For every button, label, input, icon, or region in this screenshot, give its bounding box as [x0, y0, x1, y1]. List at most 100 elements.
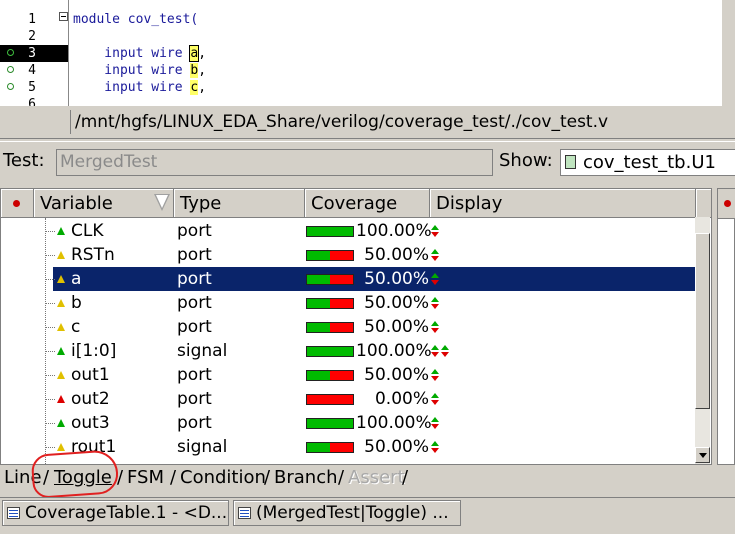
code-line: input wire a, — [73, 45, 207, 62]
tab-fsm[interactable]: FSM — [127, 466, 164, 490]
variable-name: out1 — [71, 365, 110, 385]
toggle-direction-icon — [431, 393, 439, 405]
scroll-down-button[interactable] — [695, 447, 710, 463]
coverage-bar-fill — [307, 227, 353, 236]
toggle-direction-icon — [441, 345, 449, 357]
coverage-percent: 50.00% — [364, 317, 429, 337]
taskbar-button-coverage-table[interactable]: CoverageTable.1 - <D... — [2, 500, 229, 526]
toggle-direction-icon — [431, 369, 439, 381]
coverage-status-icon — [57, 419, 65, 427]
coverage-marker-icon — [7, 83, 14, 90]
column-header-variable[interactable]: Variable — [34, 189, 174, 218]
table-row[interactable]: out1 port 50.00% — [1, 363, 696, 387]
tab-branch[interactable]: Branch — [274, 466, 338, 490]
table-row[interactable]: c port 50.00% — [1, 315, 696, 339]
show-scope-field[interactable]: cov_test_tb.U1 — [560, 149, 735, 176]
variable-type: port — [177, 293, 212, 313]
tree-branch-line — [45, 375, 55, 376]
coverage-bar-fill — [307, 347, 353, 356]
coverage-table[interactable]: Variable Type Coverage Display CLK port 10… — [0, 188, 712, 465]
toggle-direction-icon — [431, 441, 439, 453]
column-header-coverage[interactable]: Coverage — [305, 189, 430, 218]
variable-type: port — [177, 413, 212, 433]
pane-splitter[interactable] — [0, 138, 735, 142]
column-header-type[interactable]: Type — [174, 189, 305, 218]
editor-scrollbar[interactable] — [722, 0, 735, 106]
table-row[interactable]: b port 50.00% — [1, 291, 696, 315]
coverage-percent: 100.00% — [356, 341, 432, 361]
coverage-status-icon — [57, 275, 65, 283]
coverage-status-icon — [57, 227, 65, 235]
table-row[interactable]: CLK port 100.00% — [1, 219, 696, 243]
file-path: /mnt/hgfs/LINUX_EDA_Share/verilog/covera… — [70, 110, 735, 134]
variable-name: c — [71, 317, 81, 337]
gutter-divider — [68, 0, 69, 106]
coverage-bar — [306, 394, 354, 405]
line-number: 4 — [0, 62, 68, 79]
code-line: input wire c, — [73, 80, 207, 95]
tree-branch-line — [45, 423, 55, 424]
coverage-bar-fill — [307, 371, 330, 380]
coverage-status-icon — [57, 299, 65, 307]
table-row[interactable]: out2 port 0.00% — [1, 387, 696, 411]
details-pane[interactable] — [717, 188, 735, 465]
code-line: input wire b, — [73, 63, 207, 78]
tree-branch-line — [45, 255, 55, 256]
coverage-bar — [306, 226, 354, 237]
taskbar-button-toggle-window[interactable]: (MergedTest|Toggle) ... — [233, 500, 461, 526]
table-row[interactable]: a port 50.00% — [1, 267, 696, 291]
annotation-circle — [30, 449, 120, 499]
table-row[interactable]: out3 port 100.00% — [1, 411, 696, 435]
coverage-bar-fill — [307, 275, 330, 284]
tree-branch-line — [45, 327, 55, 328]
coverage-bar — [306, 442, 354, 453]
coverage-percent: 50.00% — [364, 293, 429, 313]
coverage-percent: 0.00% — [374, 389, 429, 409]
test-field[interactable]: MergedTest — [56, 149, 493, 176]
instance-icon — [565, 155, 576, 169]
coverage-percent: 50.00% — [364, 269, 429, 289]
coverage-percent: 50.00% — [364, 437, 429, 457]
arrow-down-icon — [699, 453, 707, 458]
test-label: Test: — [3, 150, 45, 171]
coverage-status-icon — [57, 323, 65, 331]
table-row[interactable]: RSTn port 50.00% — [1, 243, 696, 267]
coverage-bar-fill — [307, 299, 330, 308]
toggle-direction-icon — [431, 345, 439, 357]
coverage-percent: 100.00% — [356, 413, 432, 433]
source-code-pane[interactable]: 1 2 3 4 5 6 module cov_test( input wire … — [0, 0, 735, 106]
table-row[interactable]: i[1:0] signal 100.00% — [1, 339, 696, 363]
column-header-display[interactable]: Display — [430, 189, 696, 218]
coverage-bar — [306, 250, 354, 261]
variable-name: i[1:0] — [71, 341, 117, 361]
table-window-icon — [7, 507, 20, 519]
tab-condition[interactable]: Condition — [180, 466, 266, 490]
tree-branch-line — [45, 279, 55, 280]
scroll-thumb[interactable] — [695, 233, 710, 409]
scroll-corner — [696, 189, 711, 218]
variable-type: port — [177, 221, 212, 241]
tree-branch-line — [45, 447, 55, 448]
variable-type: signal — [177, 341, 228, 361]
collapse-icon[interactable] — [59, 12, 68, 21]
marker-column-header[interactable] — [1, 189, 34, 218]
coverage-status-icon — [57, 443, 65, 451]
coverage-status-icon — [57, 371, 65, 379]
coverage-bar-fill — [307, 443, 330, 452]
coverage-status-icon — [57, 251, 65, 259]
code-line: module cov_test( — [73, 12, 199, 27]
coverage-bar — [306, 274, 354, 285]
red-dot-icon — [724, 200, 731, 207]
tab-assert: Assert — [348, 467, 405, 488]
coverage-bar — [306, 322, 354, 333]
variable-name: CLK — [71, 221, 104, 241]
coverage-percent: 50.00% — [364, 245, 429, 265]
variable-type: port — [177, 365, 212, 385]
toggle-direction-icon — [431, 273, 439, 285]
coverage-marker-icon — [7, 66, 14, 73]
coverage-percent: 100.00% — [356, 221, 432, 241]
line-number: 6 — [28, 97, 36, 106]
tree-branch-line — [45, 231, 55, 232]
coverage-status-icon — [57, 347, 65, 355]
coverage-bar — [306, 418, 354, 429]
